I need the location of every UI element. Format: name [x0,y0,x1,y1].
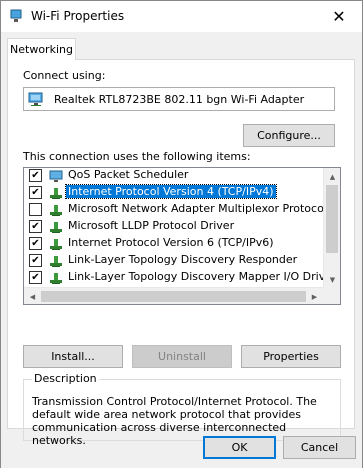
item-checkbox[interactable]: ✔ [29,254,42,267]
list-item[interactable]: ✔ QoS Packet Scheduler [24,168,323,184]
list-item[interactable]: ✔ Microsoft LLDP Protocol Driver [24,218,323,235]
description-title: Description [32,372,99,385]
item-checkbox[interactable] [29,203,42,216]
item-checkbox[interactable]: ✔ [29,237,42,250]
item-checkbox[interactable]: ✔ [29,186,42,199]
network-adapter-icon [28,92,43,106]
protocol-icon [50,256,62,267]
item-checkbox[interactable]: ✔ [29,220,42,233]
adapter-name: Realtek RTL8723BE 802.11 bgn Wi-Fi Adapt… [54,93,305,106]
dialog-client-area: Networking Connect using: Realtek RTL872… [1,32,362,468]
list-item[interactable]: ✔ Link-Layer Topology Discovery Responder [24,252,323,269]
item-label: Link-Layer Topology Discovery Mapper I/O… [68,270,337,283]
cancel-button[interactable]: Cancel [283,436,356,459]
install-button[interactable]: Install... [23,345,123,368]
ok-button[interactable]: OK [203,436,276,459]
items-label: This connection uses the following items… [23,150,251,163]
tab-networking[interactable]: Networking [7,38,76,60]
horizontal-scrollbar[interactable]: ◀ ▶ [24,287,340,304]
wifi-properties-dialog: Wi-Fi Properties ✕ Networking Connect us… [0,0,363,468]
item-label: Microsoft Network Adapter Multiplexor Pr… [68,202,327,215]
network-adapter-icon [10,9,22,22]
horizontal-scroll-thumb[interactable] [41,291,306,302]
properties-button[interactable]: Properties [241,345,341,368]
close-icon: ✕ [332,6,346,26]
item-label: Link-Layer Topology Discovery Responder [68,253,298,266]
item-label: Microsoft LLDP Protocol Driver [68,219,235,232]
protocol-icon [50,273,62,284]
configure-button[interactable]: Configure... [243,124,335,147]
protocol-icon [50,222,62,233]
list-item[interactable]: ✔ Link-Layer Topology Discovery Mapper I/… [24,269,337,286]
uninstall-button[interactable]: Uninstall [132,345,232,368]
item-label: QoS Packet Scheduler [68,168,189,181]
vertical-scroll-thumb[interactable] [326,185,338,253]
item-checkbox[interactable]: ✔ [29,271,42,284]
window-title: Wi-Fi Properties [31,9,125,23]
scroll-right-icon[interactable]: ▶ [306,288,323,304]
scroll-up-icon[interactable]: ▲ [324,168,340,185]
item-label: Internet Protocol Version 6 (TCP/IPv6) [68,236,274,249]
item-checkbox[interactable]: ✔ [29,169,42,182]
components-list[interactable]: ✔ QoS Packet Scheduler ✔ Internet Protocol … [23,167,341,305]
scroll-left-icon[interactable]: ◀ [24,288,41,304]
title-bar[interactable]: Wi-Fi Properties ✕ [1,1,362,32]
networking-tab-panel: Connect using: Realtek RTL8723BE 802.11 … [7,59,355,447]
protocol-icon [50,205,62,216]
vertical-scrollbar[interactable]: ▲ ▼ [323,168,340,288]
adapter-field: Realtek RTL8723BE 802.11 bgn Wi-Fi Adapt… [23,87,335,111]
item-label: Internet Protocol Version 4 (TCP/IPv4) [65,184,277,199]
description-group: Description Transmission Control Protoco… [23,372,341,447]
connect-using-label: Connect using: [23,69,106,82]
list-item[interactable]: ✔ Internet Protocol Version 4 (TCP/IPv4) [24,184,323,201]
list-item[interactable]: ✔ Internet Protocol Version 6 (TCP/IPv6) [24,235,323,252]
list-item[interactable]: Microsoft Network Adapter Multiplexor Pr… [24,201,327,218]
scroll-down-icon[interactable]: ▼ [324,271,340,288]
protocol-icon [50,188,62,199]
protocol-icon [50,239,62,250]
close-button[interactable]: ✕ [316,1,362,31]
network-service-icon [49,170,63,182]
scrollbar-corner [323,287,340,304]
